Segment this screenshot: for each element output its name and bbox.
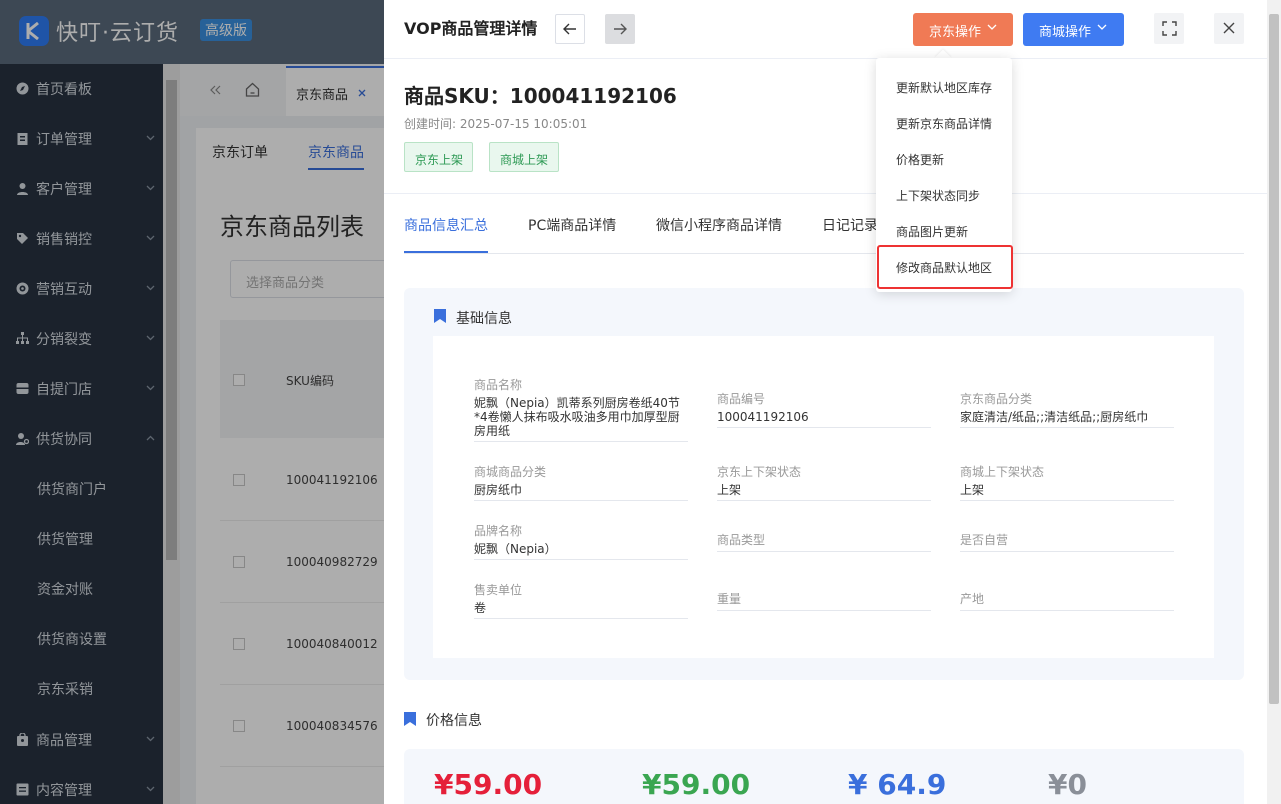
highlight-box: [877, 245, 1013, 289]
price-value: ¥59.00: [434, 768, 543, 801]
fullscreen-icon: [1162, 21, 1177, 36]
badge-label: 商城上架: [500, 153, 549, 167]
section-header-price: 价格信息: [426, 713, 482, 729]
divider: [384, 58, 1267, 59]
created-time: 创建时间: 2025-07-15 10:05:01: [404, 117, 588, 131]
field-value: 妮飘（Nepia）: [474, 542, 557, 556]
field-label: 京东上下架状态: [717, 465, 802, 479]
field-mall-listing-status: 商城上下架状态 上架: [960, 463, 1174, 501]
field-value: 家庭清洁/纸品;;清洁纸品;;厨房纸巾: [960, 410, 1149, 424]
field-value: 上架: [717, 483, 742, 497]
menu-item-update-default-region-stock[interactable]: 更新默认地区库存: [876, 68, 1012, 104]
status-badge-mall-listed: 商城上架: [489, 142, 559, 172]
field-value: 100041192106: [717, 410, 809, 424]
field-label: 商城商品分类: [474, 465, 547, 479]
section-title: 基础信息: [456, 311, 512, 327]
arrow-left-icon: [563, 23, 576, 35]
menu-item-update-price[interactable]: 价格更新: [876, 140, 1012, 176]
arrow-right-icon: [614, 23, 627, 35]
field-value: 妮飘（Nepia）凯蒂系列厨房卷纸40节*4卷懒人抹布吸水吸油多用巾加厚型厨房用…: [474, 396, 680, 438]
menu-item-sync-listing-status[interactable]: 上下架状态同步: [876, 176, 1012, 212]
bookmark-icon: [404, 712, 416, 726]
menu-item-label: 价格更新: [896, 153, 945, 167]
field-label: 京东商品分类: [960, 392, 1033, 406]
mall-ops-label: 商城操作: [1039, 25, 1092, 40]
field-value: 上架: [960, 483, 985, 497]
menu-item-label: 上下架状态同步: [896, 189, 981, 203]
field-value: 厨房纸巾: [474, 483, 523, 497]
next-button[interactable]: [605, 14, 635, 44]
field-origin: 产地: [960, 590, 1174, 611]
field-mall-category: 商城商品分类 厨房纸巾: [474, 463, 688, 501]
prev-button[interactable]: [555, 14, 585, 44]
jd-ops-label: 京东操作: [929, 25, 982, 40]
field-label: 重量: [717, 592, 742, 606]
menu-item-update-product-images[interactable]: 商品图片更新: [876, 212, 1012, 248]
menu-item-label: 更新京东商品详情: [896, 117, 993, 131]
field-sales-unit: 售卖单位卷: [474, 581, 688, 619]
jd-ops-button[interactable]: 京东操作: [913, 13, 1013, 46]
field-label: 是否自营: [960, 533, 1009, 547]
field-weight: 重量: [717, 590, 931, 611]
fullscreen-button[interactable]: [1154, 13, 1184, 44]
tab-product-summary[interactable]: 商品信息汇总: [404, 215, 488, 235]
chevron-down-icon: [987, 24, 997, 30]
field-label: 品牌名称: [474, 524, 523, 538]
divider: [384, 193, 1267, 194]
field-product-code: 商品编号 100041192106: [717, 390, 931, 428]
price-value: ¥59.00: [642, 768, 751, 801]
field-self-operated: 是否自营: [960, 531, 1174, 552]
status-badge-jd-listed: 京东上架: [404, 142, 473, 172]
field-product-type: 商品类型: [717, 531, 931, 552]
drawer-scrollbar-thumb[interactable]: [1269, 14, 1279, 704]
field-jd-category: 京东商品分类家庭清洁/纸品;;清洁纸品;;厨房纸巾: [960, 390, 1174, 428]
field-label: 商品编号: [717, 392, 766, 406]
field-jd-listing-status: 京东上下架状态 上架: [717, 463, 931, 501]
drawer-title: VOP商品管理详情: [404, 19, 538, 38]
bookmark-icon: [434, 309, 446, 323]
badge-label: 京东上架: [415, 153, 464, 167]
field-product-name: 商品名称妮飘（Nepia）凯蒂系列厨房卷纸40节*4卷懒人抹布吸水吸油多用巾加厚…: [474, 376, 688, 442]
field-label: 商品名称: [474, 378, 523, 392]
divider: [404, 253, 1244, 254]
field-label: 产地: [960, 592, 985, 606]
menu-item-label: 更新默认地区库存: [896, 81, 993, 95]
tab-miniprogram-detail[interactable]: 微信小程序商品详情: [656, 215, 782, 235]
close-drawer-button[interactable]: [1214, 13, 1244, 44]
menu-item-label: 商品图片更新: [896, 225, 969, 239]
field-value: 卷: [474, 601, 487, 615]
mall-ops-button[interactable]: 商城操作: [1023, 13, 1124, 46]
detail-drawer: VOP商品管理详情 京东操作 商城操作 商品SKU：100041192106 创…: [384, 0, 1267, 804]
field-brand: 品牌名称妮飘（Nepia）: [474, 522, 688, 560]
chevron-down-icon: [1097, 24, 1107, 30]
price-value: ¥0: [1048, 768, 1087, 801]
price-value: ¥ 64.9: [848, 768, 947, 801]
close-icon: [1223, 22, 1235, 34]
field-label: 售卖单位: [474, 583, 523, 597]
menu-item-update-jd-product-detail[interactable]: 更新京东商品详情: [876, 104, 1012, 140]
field-label: 商品类型: [717, 533, 766, 547]
tab-log-records[interactable]: 日记记录: [822, 215, 878, 235]
tab-pc-detail[interactable]: PC端商品详情: [528, 215, 616, 235]
sku-title: 商品SKU：100041192106: [404, 84, 677, 108]
modal-overlay[interactable]: [0, 0, 384, 804]
field-label: 商城上下架状态: [960, 465, 1045, 479]
